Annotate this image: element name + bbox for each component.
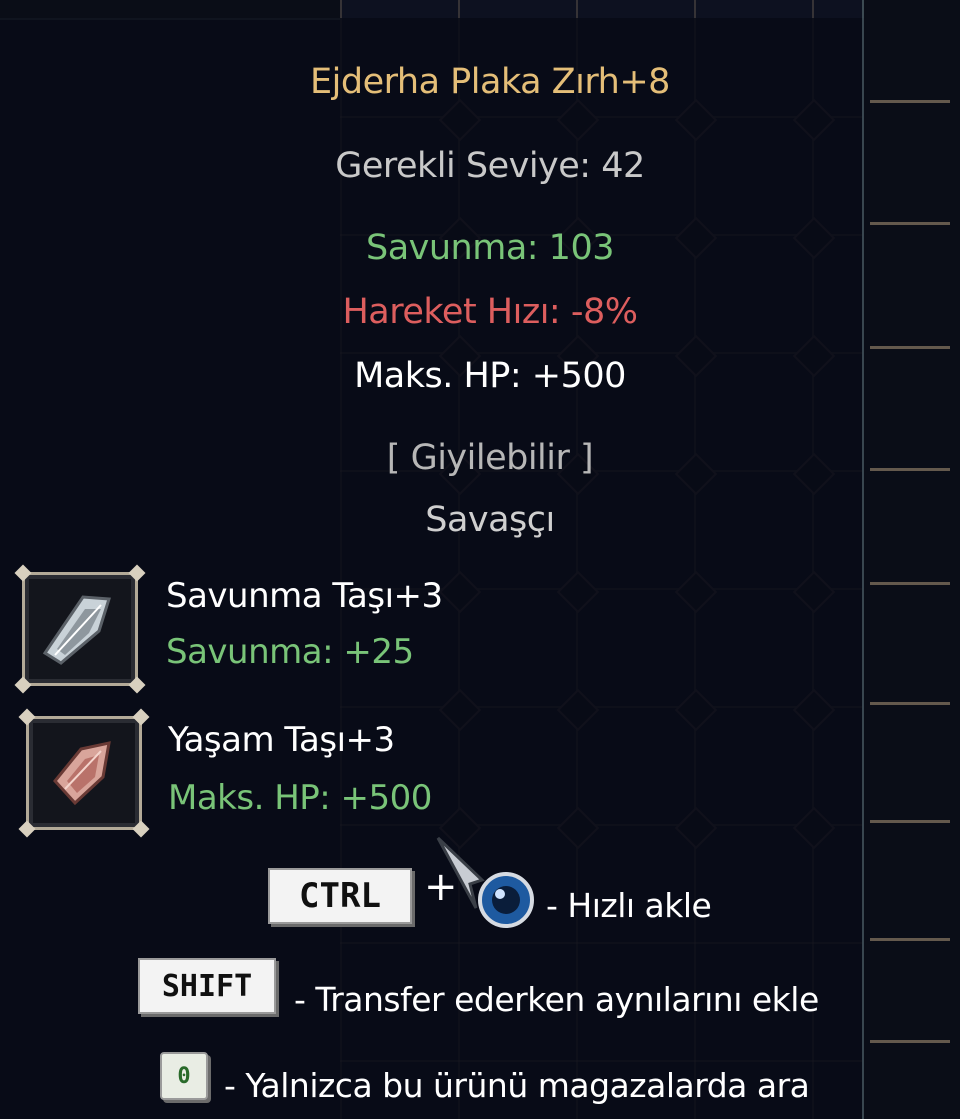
class-label: Savaşçı [425,500,555,540]
item-name: Ejderha Plaka Zırh+8 [310,62,670,102]
item-tooltip: Ejderha Plaka Zırh+8 Gerekli Seviye: 42 … [0,18,864,1119]
socket-1-stat: Savunma: +25 [166,632,414,672]
life-stone-icon [53,741,111,806]
move-speed-stat: Hareket Hızı: -8% [342,292,638,332]
socket-1-name: Savunma Taşı+3 [166,576,443,616]
required-level: Gerekli Seviye: 42 [335,146,645,186]
ctrl-key-icon: CTRL [268,868,412,924]
shift-hint-text: - Transfer ederken aynılarını ekle [294,980,819,1019]
defense-stat: Savunma: 103 [365,228,615,268]
mouse-click-icon [436,836,534,928]
socket-2-stat: Maks. HP: +500 [168,778,432,818]
wearable-label: [ Giyilebilir ] [386,438,594,478]
socket-slot-2 [18,708,150,838]
ctrl-hint-text: - Hızlı akle [546,886,712,925]
max-hp-stat: Maks. HP: +500 [354,356,626,396]
socket-2-name: Yaşam Taşı+3 [168,720,395,760]
defense-stone-icon [42,595,111,665]
mouse-wheel-key-icon: 0 [160,1052,208,1100]
socket-slot-1 [14,564,146,694]
shift-key-icon: SHIFT [138,958,276,1014]
search-hint-text: - Yalnizca bu ürünü magazalarda ara [224,1066,810,1105]
